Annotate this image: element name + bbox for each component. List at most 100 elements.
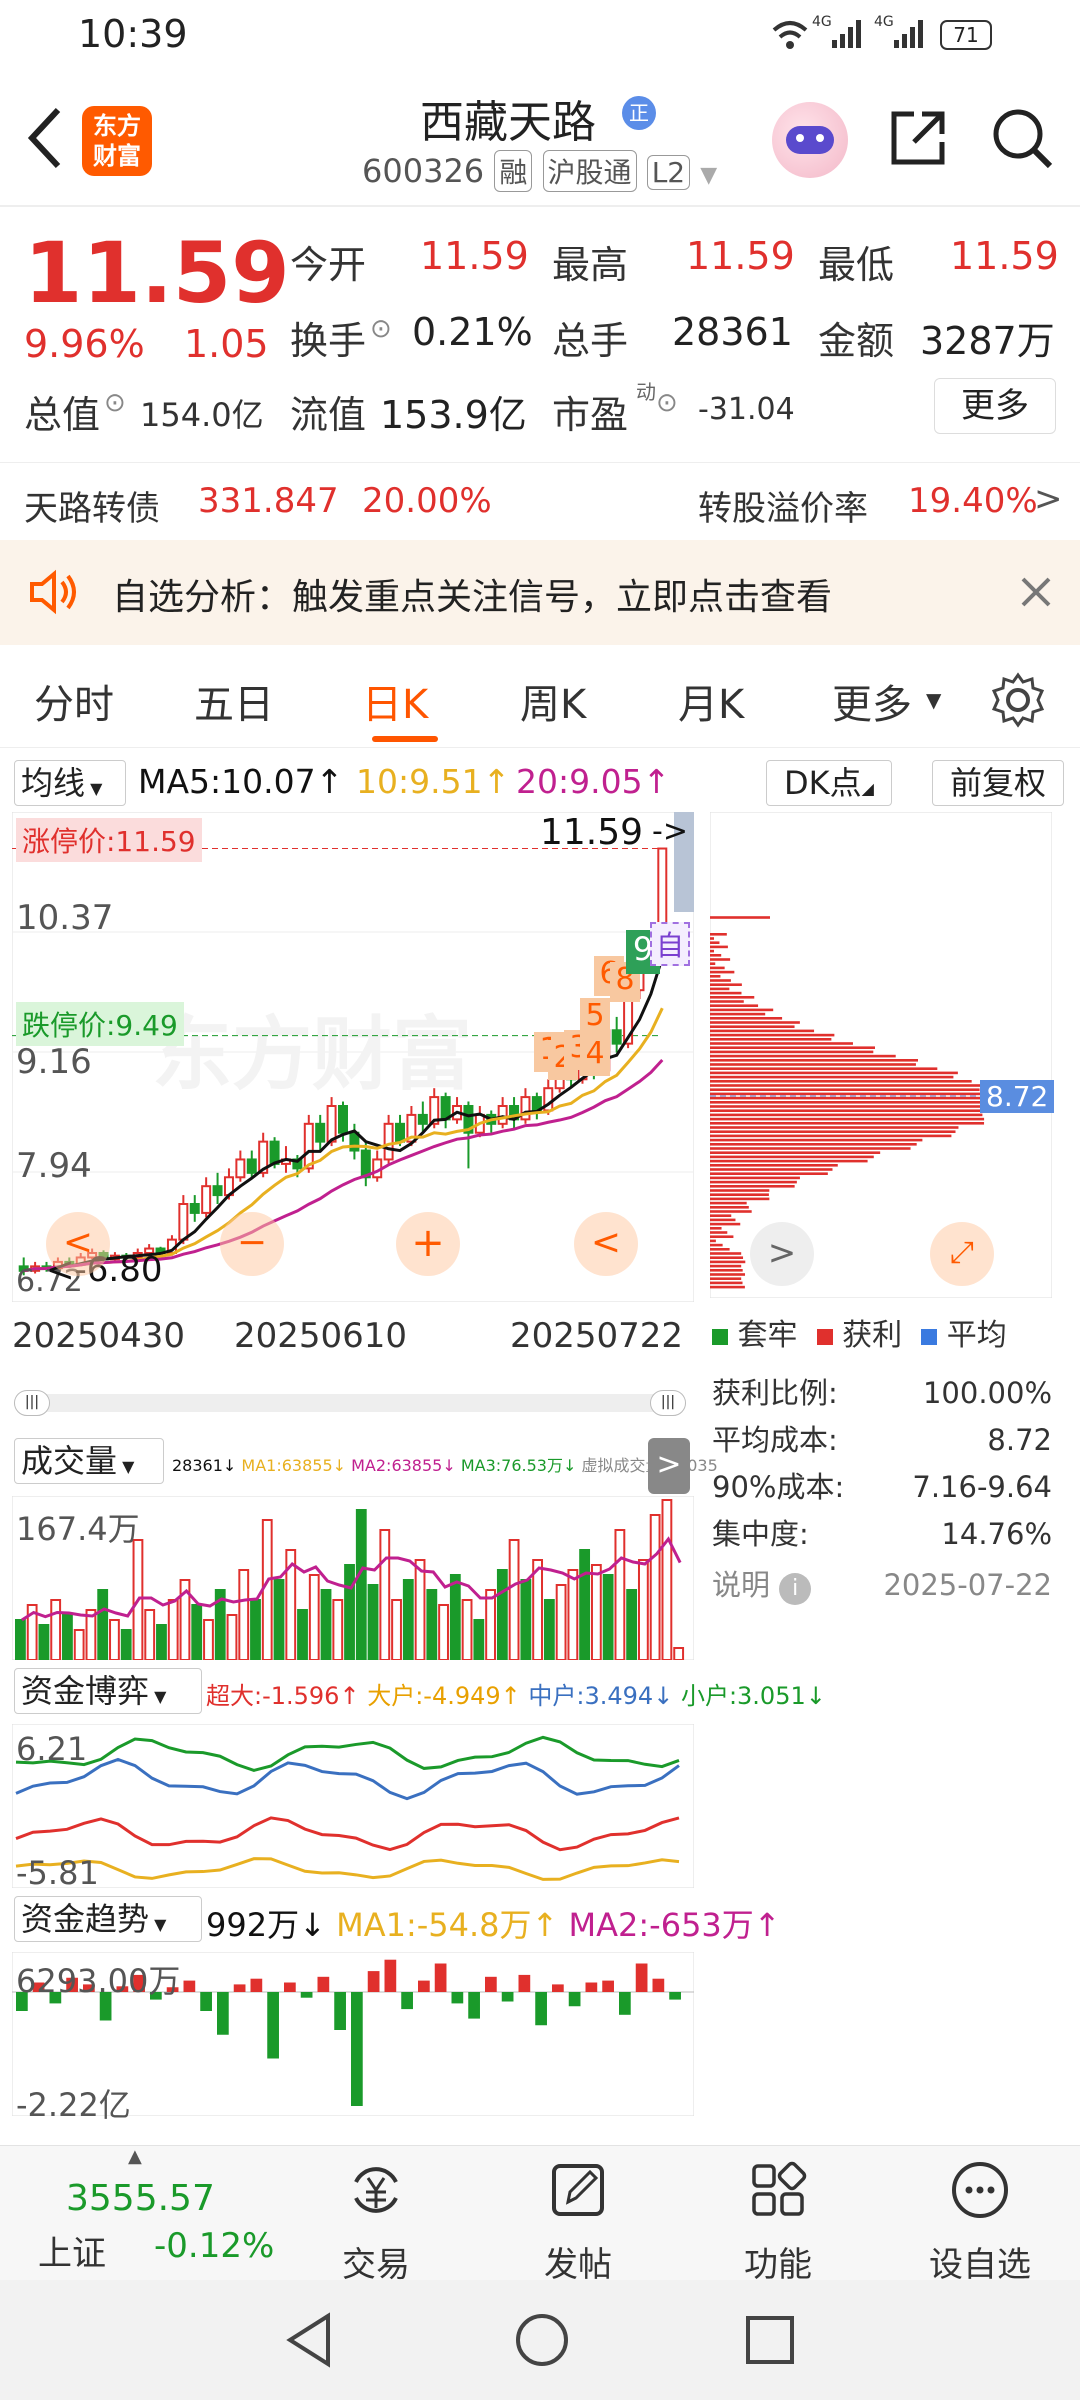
volume-label: 总手: [552, 319, 629, 363]
nav-functions[interactable]: 功能: [708, 2158, 848, 2286]
volume-selector[interactable]: 成交量 ▼: [14, 1438, 164, 1484]
chip-next-button[interactable]: >: [750, 1222, 814, 1286]
amount-value: 3287万: [920, 319, 1055, 363]
chip-distribution-chart[interactable]: [710, 812, 1052, 1298]
bottom-nav: ▲ 3555.57 上证 -0.12% 交易 发帖 功能 设自选: [0, 2145, 1080, 2285]
panel-next-button[interactable]: >: [648, 1438, 690, 1494]
alert-banner[interactable]: 自选分析：触发重点关注信号，立即点击查看: [0, 540, 1080, 645]
chip-bar: [710, 1151, 881, 1154]
chip-bar: [710, 949, 714, 953]
share-icon[interactable]: [886, 106, 950, 170]
dropdown-caret-icon[interactable]: ▼: [700, 163, 717, 188]
volume-bar: [50, 1599, 62, 1660]
chip-note-row[interactable]: 说明 i 2025-07-22: [712, 1562, 1052, 1609]
search-icon[interactable]: [990, 106, 1054, 170]
mid-value: 中户:3.494↓: [528, 1682, 674, 1710]
nav-post[interactable]: 发帖: [508, 2158, 648, 2286]
scroll-right-button[interactable]: <: [574, 1212, 638, 1276]
close-icon[interactable]: [1020, 576, 1052, 608]
volume-bar: [73, 1629, 85, 1660]
zoom-in-button[interactable]: +: [396, 1212, 460, 1276]
marker-5[interactable]: 5: [580, 998, 610, 1038]
nav-back-icon[interactable]: [282, 2310, 336, 2370]
expand-icon[interactable]: ⤢: [930, 1222, 994, 1286]
range-handle-left[interactable]: |||: [14, 1390, 50, 1416]
chip-bar: [710, 1071, 958, 1075]
nav-add-watchlist[interactable]: 设自选: [910, 2158, 1050, 2286]
info-icon[interactable]: i: [779, 1573, 812, 1605]
zoom-out-button[interactable]: −: [220, 1212, 284, 1276]
volume-bar: [496, 1569, 508, 1660]
chip-bar: [710, 1000, 744, 1003]
chip-bar: [710, 1117, 985, 1121]
tab-fenshi[interactable]: 分时: [34, 672, 114, 730]
scroll-left-button[interactable]: <: [46, 1212, 110, 1276]
adjust-button[interactable]: 前复权: [932, 760, 1064, 806]
tab-five-day[interactable]: 五日: [194, 672, 274, 730]
chip-bar: [710, 1084, 989, 1087]
tab-weekly-k[interactable]: 周K: [520, 672, 586, 730]
nav-home-icon[interactable]: [512, 2310, 572, 2370]
trend-bar: [585, 1982, 598, 1992]
marker-4[interactable]: 4: [580, 1036, 610, 1076]
caret-icon: ▼: [117, 1457, 135, 1476]
trend-ma2: MA2:-653万↑: [568, 1906, 781, 1944]
volume-bar: [156, 1624, 167, 1660]
tab-more[interactable]: 更多: [832, 672, 912, 730]
capital-trend-label: 资金趋势: [21, 1900, 150, 1938]
pe-info-icon[interactable]: ⊙: [656, 388, 678, 418]
candle: [338, 1105, 348, 1134]
mktcap-info-icon[interactable]: ⊙: [104, 388, 126, 418]
chip-bar: [710, 958, 731, 961]
nav-trade[interactable]: 交易: [306, 2158, 446, 2286]
capital-game-label: 资金博弈: [21, 1672, 150, 1710]
stat-value: 8.72: [987, 1423, 1052, 1457]
chip-bar: [710, 1059, 918, 1062]
volume-indicators: 28361↓ MA1:63855↓ MA2:63855↓ MA3:76.53万↓…: [172, 1452, 718, 1476]
trend-bar: [418, 1980, 430, 1992]
volume-bar: [626, 1589, 638, 1660]
turnover-label: 换手: [290, 319, 367, 363]
volume-bar: [485, 1589, 496, 1660]
tab-monthly-k[interactable]: 月K: [678, 672, 744, 730]
legend-profit: 获利: [842, 1318, 903, 1353]
volume-bar: [543, 1599, 555, 1660]
trend-bar: [384, 1959, 397, 1992]
dk-point-button[interactable]: DK点◢: [766, 760, 892, 806]
range-slider[interactable]: ||| |||: [14, 1390, 686, 1416]
status-bar: 10:39 4G 4G 71: [0, 0, 1080, 72]
vol-ma2: MA2:63855↓: [351, 1456, 456, 1475]
signal-1-label: 4G: [812, 14, 832, 30]
chevron-right-icon[interactable]: >: [1034, 479, 1063, 519]
ma-selector[interactable]: 均线 ▼: [14, 760, 126, 806]
volume-value: 28361: [672, 310, 793, 354]
chip-bar: [710, 1042, 853, 1045]
info-dots-icon[interactable]: ⊙: [370, 314, 392, 344]
chip-bar: [710, 1260, 746, 1264]
capital-game-selector[interactable]: 资金博弈 ▼: [14, 1668, 202, 1714]
note-date: 2025-07-22: [883, 1568, 1052, 1602]
more-button[interactable]: 更多: [934, 378, 1056, 434]
convertible-bond-row[interactable]: 天路转债 331.847 20.00% 转股溢价率 19.40% >: [0, 462, 1080, 540]
chevron-down-icon[interactable]: ▼: [926, 688, 941, 712]
volume-bar: [637, 1559, 649, 1660]
index-ticker[interactable]: ▲ 3555.57 上证 -0.12%: [0, 2146, 280, 2281]
side-tag[interactable]: 自: [650, 922, 690, 966]
range-handle-right[interactable]: |||: [650, 1390, 686, 1416]
assistant-avatar[interactable]: [772, 102, 848, 178]
capital-trend-selector[interactable]: 资金趋势 ▼: [14, 1896, 202, 1942]
volume-bar: [579, 1549, 591, 1660]
status-time: 10:39: [78, 12, 188, 56]
legend-swatch-trapped: [712, 1329, 728, 1345]
tab-daily-k[interactable]: 日K: [362, 672, 428, 730]
trend-bar: [434, 1963, 447, 1992]
trend-bar: [317, 1976, 330, 1992]
chip-bar: [710, 1080, 972, 1083]
nav-recents-icon[interactable]: [742, 2312, 798, 2368]
chip-bar: [710, 933, 727, 936]
gear-icon[interactable]: [990, 672, 1046, 728]
app-logo[interactable]: 东方 财富: [82, 106, 152, 176]
stat-value: 7.16-9.64: [912, 1470, 1052, 1504]
capital-game-chart[interactable]: [12, 1724, 694, 1888]
back-arrow-icon[interactable]: [24, 106, 64, 170]
